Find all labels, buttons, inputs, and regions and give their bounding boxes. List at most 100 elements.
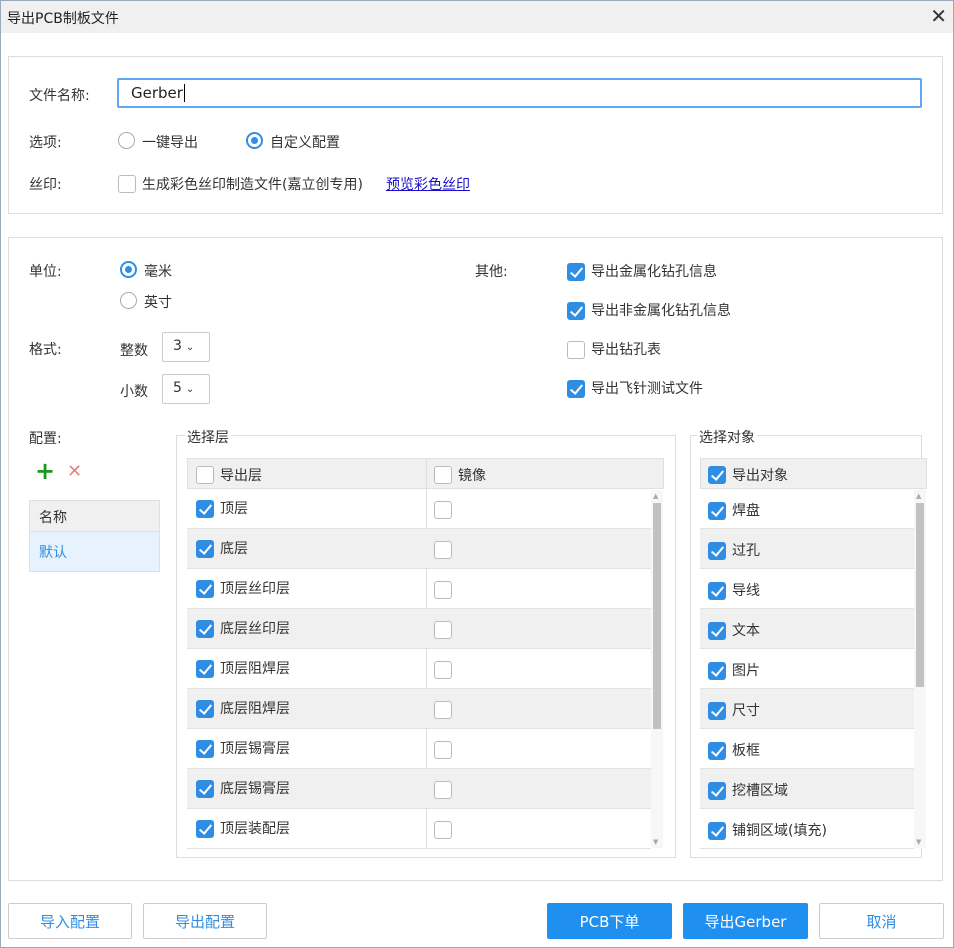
preview-color-silk-link[interactable]: 预览彩色丝印 <box>386 174 470 194</box>
radio-unit-inch[interactable] <box>120 292 137 309</box>
export-layer-checkbox[interactable] <box>196 580 214 598</box>
custom-config-label: 自定义配置 <box>270 135 340 151</box>
export-all-layers-checkbox[interactable] <box>196 466 214 484</box>
layers-scrollbar[interactable]: ▲ ▼ <box>651 490 663 848</box>
export-layer-checkbox[interactable] <box>196 540 214 558</box>
export-layer-checkbox[interactable] <box>196 660 214 678</box>
add-config-icon[interactable]: + <box>35 459 55 483</box>
mirror-checkbox[interactable] <box>434 701 452 719</box>
silk-label: 丝印: <box>29 177 62 193</box>
object-row: 文本 <box>700 609 914 649</box>
chevron-down-icon: ⌄ <box>185 342 195 353</box>
scroll-up-icon[interactable]: ▲ <box>916 492 921 500</box>
decimal-value: 5 <box>173 380 182 396</box>
mirror-checkbox[interactable] <box>434 661 452 679</box>
export-all-objects-checkbox[interactable] <box>708 466 726 484</box>
color-silk-checkbox[interactable] <box>118 175 136 193</box>
title-bar: 导出PCB制板文件 ✕ <box>1 1 953 33</box>
layer-name: 顶层丝印层 <box>220 581 290 597</box>
export-layer-checkbox[interactable] <box>196 820 214 838</box>
color-silk-label: 生成彩色丝印制造文件(嘉立创专用) <box>142 177 363 193</box>
mirror-checkbox[interactable] <box>434 501 452 519</box>
config-item-label: 默认 <box>39 545 67 561</box>
integer-select[interactable]: 3 ⌄ <box>162 332 210 362</box>
scroll-down-icon[interactable]: ▼ <box>653 838 658 846</box>
pcb-order-button[interactable]: PCB下单 <box>547 903 672 939</box>
radio-custom-config[interactable] <box>246 132 263 149</box>
filename-label: 文件名称: <box>29 88 90 104</box>
one-click-export-label: 一键导出 <box>142 135 198 151</box>
export-gerber-button[interactable]: 导出Gerber <box>683 903 808 939</box>
export-object-header: 导出对象 <box>732 468 788 484</box>
export-layer-checkbox[interactable] <box>196 780 214 798</box>
decimal-select[interactable]: 5 ⌄ <box>162 374 210 404</box>
export-object-checkbox[interactable] <box>708 662 726 680</box>
config-label: 配置: <box>29 431 62 447</box>
object-name: 尺寸 <box>732 703 760 719</box>
export-nonplated-drill-checkbox[interactable] <box>567 302 585 320</box>
export-plated-drill-checkbox[interactable] <box>567 263 585 281</box>
object-row: 焊盘 <box>700 489 914 529</box>
mirror-checkbox[interactable] <box>434 581 452 599</box>
unit-mm-label: 毫米 <box>144 264 172 280</box>
dialog-title: 导出PCB制板文件 <box>7 11 119 27</box>
scroll-up-icon[interactable]: ▲ <box>653 492 658 500</box>
export-nonplated-drill-label: 导出非金属化钻孔信息 <box>591 303 731 319</box>
export-layer-checkbox[interactable] <box>196 620 214 638</box>
layer-row: 底层阻焊层 <box>187 689 651 729</box>
objects-scrollbar[interactable]: ▲ ▼ <box>914 490 926 848</box>
mirror-checkbox[interactable] <box>434 621 452 639</box>
radio-unit-mm[interactable] <box>120 261 137 278</box>
filename-value: Gerber <box>131 84 183 102</box>
scroll-down-icon[interactable]: ▼ <box>916 838 921 846</box>
mirror-checkbox[interactable] <box>434 741 452 759</box>
export-config-button[interactable]: 导出配置 <box>143 903 267 939</box>
export-object-checkbox[interactable] <box>708 542 726 560</box>
export-object-checkbox[interactable] <box>708 502 726 520</box>
export-drill-table-label: 导出钻孔表 <box>591 342 661 358</box>
mirror-checkbox[interactable] <box>434 541 452 559</box>
export-drill-table-checkbox[interactable] <box>567 341 585 359</box>
export-layer-checkbox[interactable] <box>196 700 214 718</box>
layer-row: 顶层 <box>187 489 651 529</box>
objects-scroll-thumb[interactable] <box>916 503 924 687</box>
export-object-checkbox[interactable] <box>708 822 726 840</box>
config-list-header: 名称 <box>29 500 160 532</box>
object-name: 导线 <box>732 583 760 599</box>
radio-one-click-export[interactable] <box>118 132 135 149</box>
export-object-checkbox[interactable] <box>708 582 726 600</box>
export-object-checkbox[interactable] <box>708 702 726 720</box>
other-label: 其他: <box>475 264 508 280</box>
mirror-checkbox[interactable] <box>434 821 452 839</box>
layer-row: 底层 <box>187 529 651 569</box>
object-row: 尺寸 <box>700 689 914 729</box>
export-object-checkbox[interactable] <box>708 622 726 640</box>
import-config-button[interactable]: 导入配置 <box>8 903 132 939</box>
object-row: 过孔 <box>700 529 914 569</box>
integer-value: 3 <box>173 338 182 354</box>
export-layer-checkbox[interactable] <box>196 500 214 518</box>
object-name: 图片 <box>732 663 760 679</box>
export-object-checkbox[interactable] <box>708 782 726 800</box>
layers-scroll-thumb[interactable] <box>653 503 661 729</box>
config-item-default[interactable]: 默认 <box>29 532 160 572</box>
object-name: 焊盘 <box>732 503 760 519</box>
export-flying-probe-label: 导出飞针测试文件 <box>591 381 703 397</box>
export-layer-checkbox[interactable] <box>196 740 214 758</box>
export-plated-drill-label: 导出金属化钻孔信息 <box>591 264 717 280</box>
layer-name: 底层锡膏层 <box>220 781 290 797</box>
integer-label: 整数 <box>120 343 148 359</box>
close-icon[interactable]: ✕ <box>930 4 947 28</box>
filename-input[interactable]: Gerber <box>117 78 922 108</box>
mirror-all-checkbox[interactable] <box>434 466 452 484</box>
cancel-button[interactable]: 取消 <box>819 903 944 939</box>
object-row: 铺铜区域(填充) <box>700 809 914 849</box>
export-flying-probe-checkbox[interactable] <box>567 380 585 398</box>
mirror-checkbox[interactable] <box>434 781 452 799</box>
layer-row: 底层锡膏层 <box>187 769 651 809</box>
format-label: 格式: <box>29 342 62 358</box>
export-object-checkbox[interactable] <box>708 742 726 760</box>
object-name: 铺铜区域(填充) <box>732 823 827 839</box>
delete-config-icon[interactable]: ✕ <box>67 462 82 482</box>
export-layer-header: 导出层 <box>220 468 262 484</box>
